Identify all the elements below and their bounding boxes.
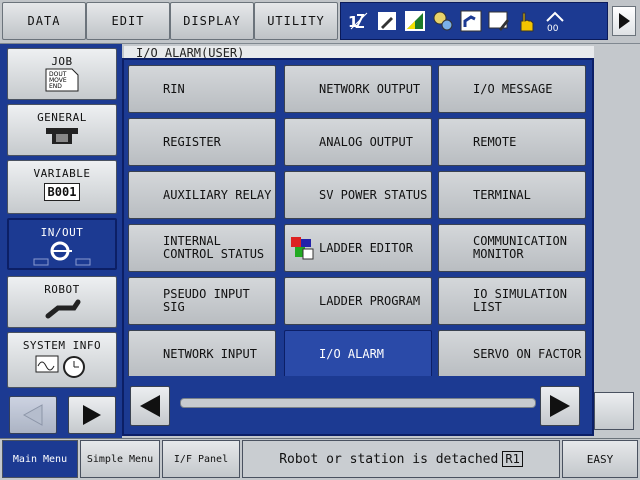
menu-edit[interactable]: EDIT <box>86 2 170 40</box>
easy-button[interactable]: EASY <box>562 440 638 478</box>
variable-value: B001 <box>43 183 81 201</box>
status-icon-bar: 1 00 <box>340 2 608 40</box>
submenu-item-pseudo-input-sig[interactable]: PSEUDO INPUT SIG <box>128 277 276 325</box>
svg-text:1: 1 <box>348 13 358 31</box>
general-label: GENERAL <box>37 111 87 124</box>
submenu-item-label: REGISTER <box>163 134 221 149</box>
menu-utility[interactable]: UTILITY <box>254 2 338 40</box>
general-icon <box>46 128 78 144</box>
submenu-item-servo-on-factor[interactable]: SERVO ON FACTOR <box>438 330 586 378</box>
edit-mode-icon[interactable] <box>375 8 399 34</box>
submenu-item-i-o-message[interactable]: I/O MESSAGE <box>438 65 586 113</box>
status-message-tag: R1 <box>502 451 523 467</box>
twelve-icon[interactable]: 1 <box>347 8 371 34</box>
prev-arrow-icon <box>22 404 43 426</box>
main-menu-button[interactable]: Main Menu <box>2 440 78 478</box>
submenu-item-label: LADDER PROGRAM <box>319 293 421 308</box>
submenu-item-i-o-alarm[interactable]: I/O ALARM <box>284 330 432 378</box>
system-info-label: SYSTEM INFO <box>22 339 102 352</box>
signal-icon[interactable] <box>403 8 427 34</box>
simple-menu-button[interactable]: Simple Menu <box>80 440 160 478</box>
toolset-icon[interactable]: 00 <box>543 8 567 34</box>
ladder-editor-icon <box>291 237 315 261</box>
submenu-item-terminal[interactable]: TERMINAL <box>438 171 586 219</box>
scroll-left-icon <box>140 395 160 417</box>
variable-label: VARIABLE <box>33 167 91 180</box>
svg-text:END: END <box>49 83 62 90</box>
submenu-item-label: ANALOG OUTPUT <box>319 134 413 149</box>
left-menu-variable[interactable]: VARIABLE B001 <box>7 160 117 214</box>
submenu-item-sv-power-status[interactable]: SV POWER STATUS <box>284 171 432 219</box>
play-right-icon <box>619 13 630 29</box>
gear-icon[interactable] <box>431 8 455 34</box>
status-message: Robot or station is detached R1 <box>242 440 560 478</box>
robot-icon[interactable] <box>459 8 483 34</box>
monitor-icon[interactable] <box>487 8 511 34</box>
submenu-item-io-simulation-list[interactable]: IO SIMULATION LIST <box>438 277 586 325</box>
hand-icon[interactable] <box>515 8 539 34</box>
left-menu-robot[interactable]: ROBOT <box>7 276 117 328</box>
submenu-item-label: AUXILIARY RELAY <box>163 187 272 202</box>
submenu-item-label: INTERNAL CONTROL STATUS <box>163 234 265 261</box>
left-menu-job[interactable]: JOB DOUT MOVE END <box>7 48 117 100</box>
submenu-item-label: TERMINAL <box>473 187 531 202</box>
submenu-item-label: NETWORK INPUT <box>163 346 257 361</box>
left-menu-inout[interactable]: IN/OUT <box>7 218 117 270</box>
submenu-item-communication-monitor[interactable]: COMMUNICATION MONITOR <box>438 224 586 272</box>
scroll-left-button[interactable] <box>130 386 170 426</box>
job-icon: DOUTMOVEEND <box>45 68 79 92</box>
scroll-track[interactable] <box>180 398 536 408</box>
svg-text:00: 00 <box>547 24 559 33</box>
submenu-item-label: REMOTE <box>473 134 517 149</box>
submenu-item-label: RIN <box>163 81 185 96</box>
submenu-item-analog-output[interactable]: ANALOG OUTPUT <box>284 118 432 166</box>
inout-icon <box>33 241 91 266</box>
submenu-item-label: IO SIMULATION LIST <box>473 287 567 314</box>
submenu-item-ladder-editor[interactable]: LADDER EDITOR <box>284 224 432 272</box>
submenu-item-label: SV POWER STATUS <box>319 187 428 202</box>
scroll-right-icon <box>550 395 570 417</box>
submenu-item-network-input[interactable]: NETWORK INPUT <box>128 330 276 378</box>
submenu-item-label: SERVO ON FACTOR <box>473 346 582 361</box>
submenu-item-label: NETWORK OUTPUT <box>319 81 421 96</box>
next-page-button[interactable] <box>612 6 636 36</box>
submenu-item-label: I/O MESSAGE <box>473 81 553 96</box>
submenu-item-network-output[interactable]: NETWORK OUTPUT <box>284 65 432 113</box>
submenu-item-rin[interactable]: RIN <box>128 65 276 113</box>
submenu-item-register[interactable]: REGISTER <box>128 118 276 166</box>
submenu-item-internal-control-status[interactable]: INTERNAL CONTROL STATUS <box>128 224 276 272</box>
system-info-icon <box>35 355 85 378</box>
submenu-item-remote[interactable]: REMOTE <box>438 118 586 166</box>
left-next-button[interactable] <box>68 396 116 434</box>
submenu-item-label: COMMUNICATION MONITOR <box>473 234 567 261</box>
left-menu-system-info[interactable]: SYSTEM INFO <box>7 332 117 388</box>
left-menu-general[interactable]: GENERAL <box>7 104 117 156</box>
menu-display[interactable]: DISPLAY <box>170 2 254 40</box>
submenu-item-label: PSEUDO INPUT SIG <box>163 287 250 314</box>
robot-label: ROBOT <box>44 283 80 296</box>
menu-data[interactable]: DATA <box>2 2 86 40</box>
submenu-item-auxiliary-relay[interactable]: AUXILIARY RELAY <box>128 171 276 219</box>
scroll-right-button[interactable] <box>540 386 580 426</box>
if-panel-button[interactable]: I/F Panel <box>162 440 240 478</box>
job-label: JOB <box>51 55 73 68</box>
next-arrow-icon <box>83 405 101 425</box>
submenu-item-ladder-program[interactable]: LADDER PROGRAM <box>284 277 432 325</box>
robot-arm-icon <box>45 299 81 319</box>
left-prev-button[interactable] <box>9 396 57 434</box>
inout-label: IN/OUT <box>40 226 84 239</box>
status-message-text: Robot or station is detached <box>279 451 499 467</box>
submenu-item-label: I/O ALARM <box>319 346 385 361</box>
right-edge-button[interactable] <box>594 392 634 430</box>
